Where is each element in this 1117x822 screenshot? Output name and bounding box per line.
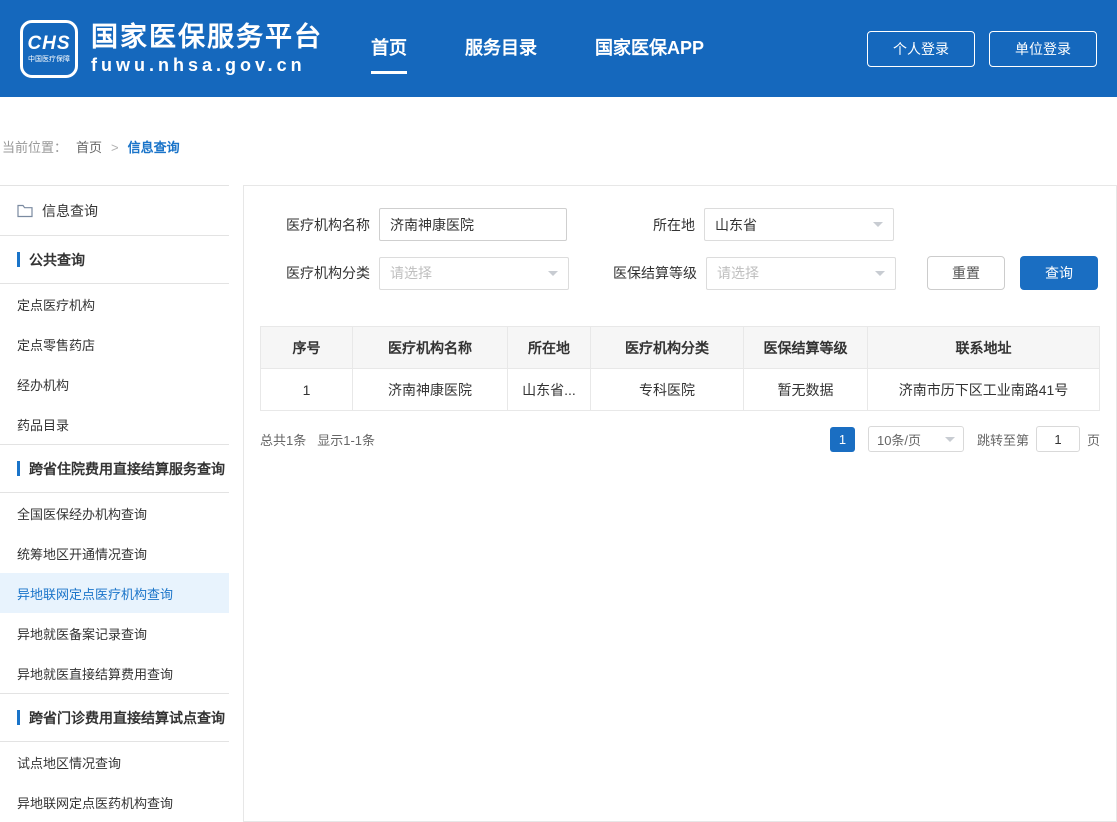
cell-org-type: 专科医院 bbox=[591, 369, 744, 411]
sidebar: 信息查询 公共查询 定点医疗机构 定点零售药店 经办机构 药品目录 跨省住院费用… bbox=[0, 185, 229, 822]
nav-service-catalog[interactable]: 服务目录 bbox=[465, 34, 537, 74]
cell-settle-level: 暂无数据 bbox=[744, 369, 868, 411]
section-heading-label: 跨省住院费用直接结算服务查询 bbox=[29, 459, 225, 479]
sidebar-item-remote-filing-record-query[interactable]: 异地就医备案记录查询 bbox=[0, 613, 229, 653]
page-size-select[interactable]: 10条/页 bbox=[868, 426, 964, 452]
personal-login-button[interactable]: 个人登录 bbox=[867, 31, 975, 67]
breadcrumb-separator: > bbox=[111, 140, 119, 156]
table-header-row: 序号 医疗机构名称 所在地 医疗机构分类 医保结算等级 联系地址 bbox=[261, 327, 1100, 369]
range-text: 显示1-1条 bbox=[317, 430, 375, 449]
chevron-down-icon bbox=[945, 437, 955, 442]
site-domain: fuwu.nhsa.gov.cn bbox=[91, 55, 323, 76]
sidebar-item-national-agency-query[interactable]: 全国医保经办机构查询 bbox=[0, 493, 229, 533]
col-header-address: 联系地址 bbox=[868, 327, 1100, 369]
chevron-down-icon bbox=[548, 271, 558, 276]
sidebar-item-region-activation-query[interactable]: 统筹地区开通情况查询 bbox=[0, 533, 229, 573]
main-nav: 首页 服务目录 国家医保APP bbox=[371, 34, 704, 74]
nav-national-insurance-app[interactable]: 国家医保APP bbox=[595, 34, 704, 74]
logo-caption: 中国医疗保障 bbox=[28, 56, 70, 63]
page-size-value: 10条/页 bbox=[877, 430, 921, 449]
site-logo[interactable]: CHS 中国医疗保障 国家医保服务平台 fuwu.nhsa.gov.cn bbox=[20, 20, 323, 78]
section-heading-cross-province-outpatient: 跨省门诊费用直接结算试点查询 bbox=[0, 693, 229, 742]
chevron-down-icon bbox=[875, 271, 885, 276]
sidebar-item-remote-networked-pharma-org-query[interactable]: 异地联网定点医药机构查询 bbox=[0, 782, 229, 822]
page-number-button[interactable]: 1 bbox=[830, 427, 855, 452]
col-header-settle-level: 医保结算等级 bbox=[744, 327, 868, 369]
page-jump: 跳转至第 页 bbox=[977, 426, 1100, 452]
search-button[interactable]: 查询 bbox=[1020, 256, 1098, 290]
heading-accent-bar bbox=[17, 710, 20, 725]
result-summary: 总共1条 显示1-1条 bbox=[260, 430, 375, 449]
section-heading-label: 跨省门诊费用直接结算试点查询 bbox=[29, 708, 225, 728]
col-header-serial: 序号 bbox=[261, 327, 353, 369]
nhsa-logo-icon: CHS 中国医疗保障 bbox=[20, 20, 78, 78]
settle-level-label: 医保结算等级 bbox=[579, 263, 697, 283]
logo-monogram: CHS bbox=[27, 34, 70, 53]
org-type-select-value: 请选择 bbox=[390, 263, 432, 283]
breadcrumb-prefix: 当前位置： bbox=[2, 140, 67, 156]
location-label: 所在地 bbox=[577, 215, 695, 235]
chevron-down-icon bbox=[873, 222, 883, 227]
folder-icon bbox=[17, 204, 33, 218]
sidebar-item-handling-agencies[interactable]: 经办机构 bbox=[0, 364, 229, 404]
jump-prefix-text: 跳转至第 bbox=[977, 430, 1029, 449]
jump-suffix-text: 页 bbox=[1087, 430, 1100, 449]
filter-row-2: 医疗机构分类 请选择 医保结算等级 请选择 重置 查询 bbox=[260, 256, 1100, 290]
main-panel: 医疗机构名称 所在地 山东省 医疗机构分类 请选择 医保结算等级 请选择 重置 … bbox=[243, 185, 1117, 822]
org-type-select[interactable]: 请选择 bbox=[379, 257, 569, 290]
filter-row-1: 医疗机构名称 所在地 山东省 bbox=[260, 208, 1100, 241]
org-name-input[interactable] bbox=[379, 208, 567, 241]
table-row: 1 济南神康医院 山东省... 专科医院 暂无数据 济南市历下区工业南路41号 bbox=[261, 369, 1100, 411]
reset-button[interactable]: 重置 bbox=[927, 256, 1005, 290]
site-title: 国家医保服务平台 bbox=[91, 21, 323, 55]
results-table: 序号 医疗机构名称 所在地 医疗机构分类 医保结算等级 联系地址 1 济南神康医… bbox=[260, 326, 1100, 411]
location-select-value: 山东省 bbox=[715, 215, 757, 235]
login-button-group: 个人登录 单位登录 bbox=[867, 31, 1097, 67]
col-header-org-type: 医疗机构分类 bbox=[591, 327, 744, 369]
col-header-location: 所在地 bbox=[508, 327, 591, 369]
nav-home[interactable]: 首页 bbox=[371, 34, 407, 74]
org-name-label: 医疗机构名称 bbox=[260, 215, 370, 235]
breadcrumb: 当前位置： 首页 > 信息查询 bbox=[0, 97, 1117, 156]
heading-accent-bar bbox=[17, 461, 20, 476]
org-login-button[interactable]: 单位登录 bbox=[989, 31, 1097, 67]
sidebar-item-designated-medical-institutions[interactable]: 定点医疗机构 bbox=[0, 284, 229, 324]
pagination-controls: 1 10条/页 跳转至第 页 bbox=[830, 426, 1100, 452]
cell-serial: 1 bbox=[261, 369, 353, 411]
total-count-text: 总共1条 bbox=[260, 430, 306, 449]
cell-address: 济南市历下区工业南路41号 bbox=[868, 369, 1100, 411]
top-header: CHS 中国医疗保障 国家医保服务平台 fuwu.nhsa.gov.cn 首页 … bbox=[0, 0, 1117, 97]
sidebar-root-label: 信息查询 bbox=[42, 201, 98, 221]
cell-location: 山东省... bbox=[508, 369, 591, 411]
org-type-label: 医疗机构分类 bbox=[260, 263, 370, 283]
settle-level-select[interactable]: 请选择 bbox=[706, 257, 896, 290]
logo-text-block: 国家医保服务平台 fuwu.nhsa.gov.cn bbox=[91, 21, 323, 76]
col-header-org-name: 医疗机构名称 bbox=[353, 327, 508, 369]
section-heading-cross-province-inpatient: 跨省住院费用直接结算服务查询 bbox=[0, 444, 229, 493]
breadcrumb-home[interactable]: 首页 bbox=[76, 140, 102, 156]
sidebar-item-remote-settlement-fee-query[interactable]: 异地就医直接结算费用查询 bbox=[0, 653, 229, 693]
cell-org-name: 济南神康医院 bbox=[353, 369, 508, 411]
sidebar-item-designated-retail-pharmacies[interactable]: 定点零售药店 bbox=[0, 324, 229, 364]
sidebar-item-remote-networked-medical-org-query[interactable]: 异地联网定点医疗机构查询 bbox=[0, 573, 229, 613]
location-select[interactable]: 山东省 bbox=[704, 208, 894, 241]
settle-level-select-value: 请选择 bbox=[717, 263, 759, 283]
sidebar-item-drug-catalog[interactable]: 药品目录 bbox=[0, 404, 229, 444]
sidebar-root-info-query[interactable]: 信息查询 bbox=[0, 186, 229, 235]
pagination-bar: 总共1条 显示1-1条 1 10条/页 跳转至第 页 bbox=[260, 426, 1100, 452]
jump-page-input[interactable] bbox=[1036, 426, 1080, 452]
page-content: 信息查询 公共查询 定点医疗机构 定点零售药店 经办机构 药品目录 跨省住院费用… bbox=[0, 185, 1117, 822]
heading-accent-bar bbox=[17, 252, 20, 267]
sidebar-item-pilot-region-query[interactable]: 试点地区情况查询 bbox=[0, 742, 229, 782]
section-heading-label: 公共查询 bbox=[29, 250, 85, 270]
filter-buttons: 重置 查询 bbox=[927, 256, 1098, 290]
section-heading-public-query: 公共查询 bbox=[0, 235, 229, 284]
breadcrumb-current[interactable]: 信息查询 bbox=[128, 140, 180, 156]
